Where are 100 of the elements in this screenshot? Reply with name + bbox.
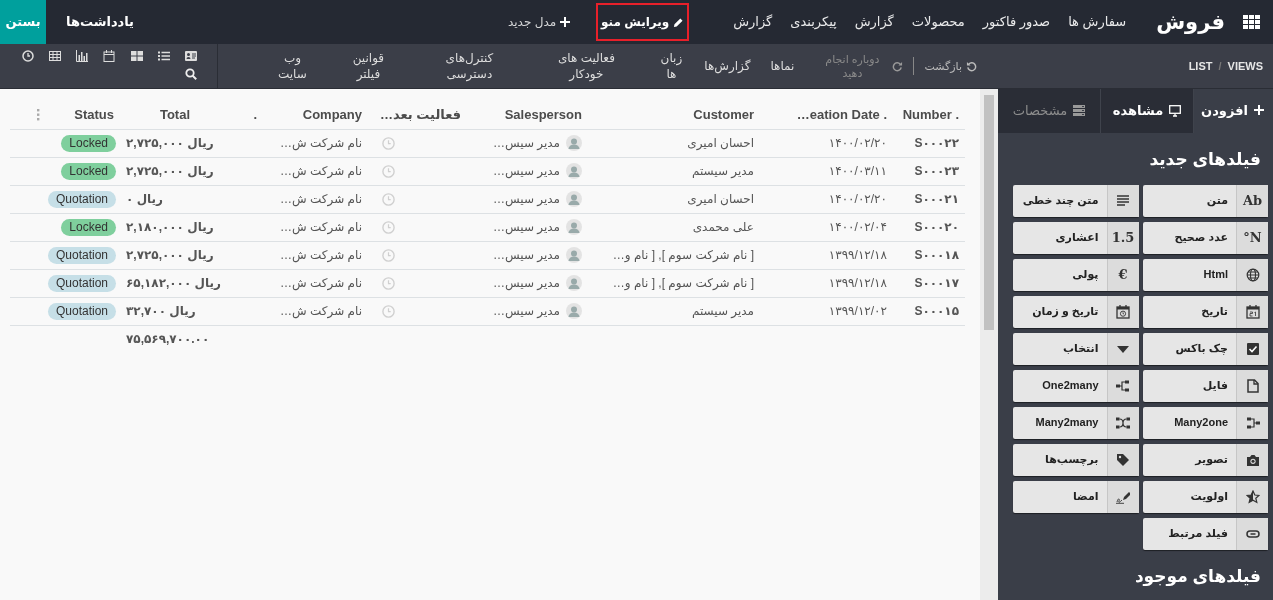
new-model-button[interactable]: مدل جدید xyxy=(508,13,571,31)
table-cell: ۱۳۹۹/۱۲/۱۸ xyxy=(760,269,893,297)
field-type-button[interactable]: اولویت xyxy=(1142,480,1268,513)
order-number: S۰۰۰۲۳ xyxy=(893,157,965,185)
undo-button[interactable]: بازگشت xyxy=(924,44,977,88)
table-cell: نام شرکت ش… xyxy=(263,157,368,185)
status-badge: Quotation xyxy=(47,191,116,208)
toolbar-tab[interactable]: کنترل‌های دسترسی xyxy=(434,50,505,82)
column-header[interactable]: Status xyxy=(40,101,120,129)
field-type-glyph: Ab xyxy=(1242,191,1263,210)
section-heading: فیلدهای جدید xyxy=(1148,149,1262,171)
sidebar-tab[interactable]: مشاهده xyxy=(1101,89,1194,133)
breadcrumb-link[interactable]: VIEWS xyxy=(1227,57,1263,75)
toolbar-tab[interactable]: قوانین فیلتر xyxy=(342,50,395,82)
calendar-icon xyxy=(1245,304,1260,319)
status-badge: Quotation xyxy=(47,275,116,292)
status-badge: Locked xyxy=(61,219,116,236)
star-icon xyxy=(1245,489,1260,504)
column-header[interactable]: Company xyxy=(263,101,368,129)
tag-icon xyxy=(1116,452,1130,467)
amount: ۲,۷۲۵,۰۰۰ ریال xyxy=(120,157,230,185)
clock-icon[interactable] xyxy=(22,50,34,62)
field-type-button[interactable]: Html xyxy=(1142,258,1268,291)
field-type-button[interactable]: تصویر xyxy=(1142,443,1268,476)
apps-menu-icon[interactable] xyxy=(1242,15,1260,29)
field-type-button[interactable]: Many2many xyxy=(1013,406,1139,439)
field-type-button[interactable]: برچسب‌ها xyxy=(1013,443,1139,476)
table-cell: احسان امیری xyxy=(588,185,760,213)
menu-item[interactable]: محصولات xyxy=(911,12,965,32)
salesperson-name: مدیر سیس… xyxy=(493,275,560,292)
table-cell: [ نام شرکت سوم ], [ نام و… xyxy=(588,269,760,297)
menu-item[interactable]: گزارش xyxy=(733,12,773,32)
order-number: S۰۰۰۱۵ xyxy=(893,297,965,325)
table-cell: نام شرکت ش… xyxy=(263,213,368,241)
notes-button[interactable]: یادداشت‌ها xyxy=(66,12,134,32)
field-type-button[interactable]: فیلد مرتبط xyxy=(1142,517,1268,550)
plus-icon xyxy=(1253,105,1266,117)
column-header[interactable]: Customer xyxy=(588,101,760,129)
salesperson-name: مدیر سیس… xyxy=(493,247,560,264)
breadcrumb-separator: / xyxy=(1218,58,1222,74)
field-type-button[interactable]: فایل xyxy=(1142,369,1268,402)
toolbar-tab[interactable]: نماها xyxy=(762,58,803,74)
toolbar-tab[interactable]: گزارش‌ها xyxy=(706,58,751,74)
field-type-button[interactable]: امضا xyxy=(1013,480,1139,513)
column-header[interactable]: …eation Date . xyxy=(760,101,893,129)
avatar-icon xyxy=(566,275,582,291)
table-cell: نام شرکت ش… xyxy=(263,185,368,213)
field-type-button[interactable]: One2many xyxy=(1013,369,1139,402)
field-type-button[interactable]: انتخاب xyxy=(1013,332,1139,365)
one-to-many-icon xyxy=(1116,378,1130,393)
table-icon[interactable] xyxy=(49,50,62,62)
amount: ۲,۷۲۵,۰۰۰ ریال xyxy=(120,241,230,269)
menu-item[interactable]: سفارش ها xyxy=(1068,12,1127,32)
order-number: S۰۰۰۱۷ xyxy=(893,269,965,297)
crossed-links-icon xyxy=(1116,415,1130,430)
amount: ۰ ریال xyxy=(120,185,230,213)
bar-chart-icon[interactable] xyxy=(76,50,89,62)
salesperson-name: مدیر سیس… xyxy=(493,219,560,236)
menu-item[interactable]: پیکربندی xyxy=(790,12,837,32)
column-header[interactable]: فعالیت بعد… xyxy=(368,101,467,129)
menu-item[interactable]: گزارش xyxy=(854,12,894,32)
monitor-icon xyxy=(1169,105,1182,117)
field-type-button[interactable]: تاریخ xyxy=(1142,295,1268,328)
avatar-icon xyxy=(566,303,582,319)
table-cell: ۱۳۹۹/۱۲/۱۸ xyxy=(760,241,893,269)
table-cell: ۱۴۰۰/۰۲/۲۰ xyxy=(760,129,893,157)
amount: ۳۲,۷۰۰ ریال xyxy=(120,297,230,325)
table-cell: ۱۴۰۰/۰۳/۱۱ xyxy=(760,157,893,185)
toolbar-tab[interactable]: فعالیت های خودکار xyxy=(544,50,629,82)
field-type-button[interactable]: تاریخ و زمان xyxy=(1013,295,1139,328)
column-header[interactable]: Total xyxy=(120,101,230,129)
calendar-icon[interactable] xyxy=(103,50,116,62)
table-cell: ۱۳۹۹/۱۲/۰۲ xyxy=(760,297,893,325)
app-title: فروش xyxy=(1156,9,1225,36)
status-badge: Locked xyxy=(61,163,116,180)
column-header[interactable]: . xyxy=(230,101,263,129)
salesperson-name: مدیر سیس… xyxy=(493,303,560,320)
column-header[interactable]: Salesperson xyxy=(467,101,588,129)
table-cell: نام شرکت ش… xyxy=(263,241,368,269)
status-badge: Quotation xyxy=(47,247,116,264)
table-cell: [ نام شرکت سوم ], [ نام و… xyxy=(588,241,760,269)
calendar-clock-icon xyxy=(1116,304,1130,319)
salesperson-name: مدیر سیس… xyxy=(493,135,560,152)
table-cell: ۱۴۰۰/۰۲/۲۰ xyxy=(760,185,893,213)
field-type-button[interactable]: € پولی xyxy=(1013,258,1139,291)
field-type-button[interactable]: چک باکس xyxy=(1142,332,1268,365)
list-icon[interactable] xyxy=(157,50,170,62)
field-type-button[interactable]: Many2one xyxy=(1142,406,1268,439)
toolbar-tab[interactable]: وب سایت xyxy=(272,50,313,82)
search-icon[interactable] xyxy=(185,68,197,80)
column-header[interactable]: Number . xyxy=(893,101,965,129)
table-cell: مدیر سیستم xyxy=(588,157,760,185)
pencil-icon xyxy=(673,16,685,28)
edit-menu-button[interactable]: ویرایش منو xyxy=(596,3,690,41)
scrollbar[interactable] xyxy=(980,89,998,600)
toolbar-tab[interactable]: زبان ها xyxy=(658,50,685,82)
menu-item[interactable]: صدور فاکتور xyxy=(982,12,1051,32)
kanban-icon[interactable] xyxy=(130,50,143,62)
field-type-button[interactable]: متن چند خطی xyxy=(1013,184,1139,217)
contact-card-icon[interactable] xyxy=(184,50,197,62)
